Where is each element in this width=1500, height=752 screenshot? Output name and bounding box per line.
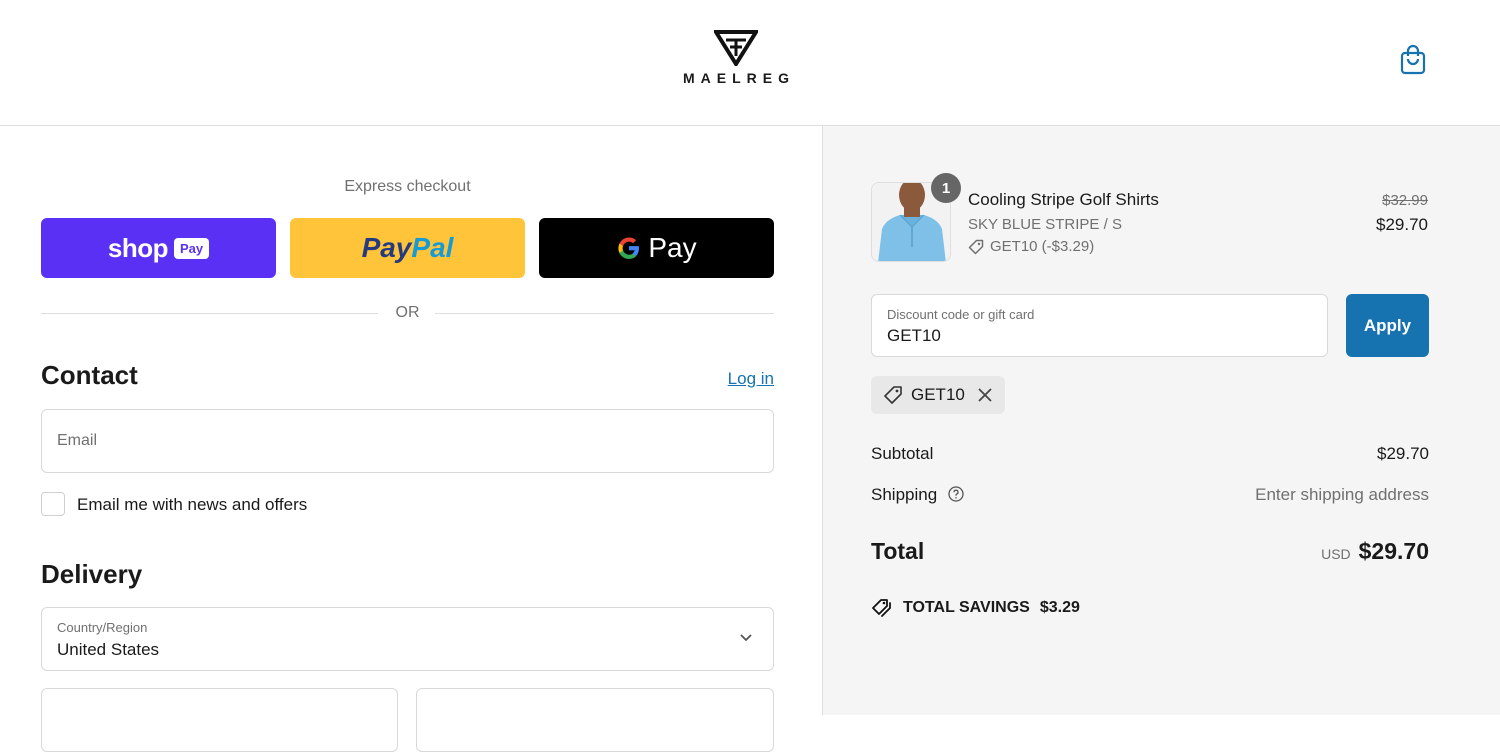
shop-pay-text: shop bbox=[107, 232, 169, 263]
subtotal-row: Subtotal $29.70 bbox=[871, 444, 1429, 464]
close-icon[interactable] bbox=[977, 387, 993, 403]
shipping-row: Shipping Enter shipping address bbox=[871, 485, 1429, 505]
total-value: $29.70 bbox=[1358, 538, 1429, 564]
applied-discount-code: GET10 bbox=[911, 385, 965, 404]
brand-logo-icon bbox=[714, 30, 758, 66]
discount-code-value: GET10 bbox=[887, 326, 941, 345]
paypal-text-pal: Pal bbox=[411, 232, 454, 263]
delivery-heading: Delivery bbox=[41, 559, 143, 589]
savings-label: TOTAL SAVINGS bbox=[903, 599, 1030, 616]
total-savings: TOTAL SAVINGS $3.29 bbox=[871, 598, 1080, 618]
total-row: Total USD $29.70 bbox=[871, 538, 1429, 565]
country-value: United States bbox=[57, 640, 160, 659]
order-summary: 1 Cooling Stripe Golf Shirts SKY BLUE ST… bbox=[822, 126, 1500, 715]
tags-icon bbox=[872, 599, 891, 617]
shop-pay-badge: Pay bbox=[173, 237, 210, 259]
express-checkout-label: Express checkout bbox=[344, 178, 471, 195]
subtotal-label: Subtotal bbox=[871, 444, 934, 463]
or-text: OR bbox=[395, 304, 420, 321]
country-label: Country/Region bbox=[57, 620, 148, 635]
cart-button[interactable] bbox=[1398, 44, 1428, 76]
subtotal-value: $29.70 bbox=[1377, 444, 1429, 463]
apply-button[interactable]: Apply bbox=[1346, 294, 1429, 357]
newsletter-checkbox[interactable] bbox=[41, 492, 65, 516]
email-placeholder: Email bbox=[57, 432, 98, 449]
newsletter-label: Email me with news and offers bbox=[77, 495, 308, 514]
brand-name: MAELREG bbox=[683, 70, 795, 86]
contact-heading: Contact bbox=[41, 360, 138, 390]
google-pay-text: Pay bbox=[648, 232, 697, 263]
product-discount: GET10 (-$3.29) bbox=[968, 238, 1094, 255]
google-g-icon bbox=[618, 237, 640, 259]
country-select[interactable]: Country/Region United States bbox=[41, 607, 774, 671]
brand-logo[interactable]: MAELREG bbox=[676, 30, 796, 86]
shop-pay-button[interactable]: shop Pay bbox=[41, 218, 276, 278]
product-discount-text: GET10 (-$3.29) bbox=[990, 238, 1095, 255]
google-pay-button[interactable]: Pay bbox=[539, 218, 774, 278]
shipping-label: Shipping bbox=[871, 485, 938, 504]
discount-code-label: Discount code or gift card bbox=[887, 307, 1035, 322]
header: MAELREG bbox=[0, 0, 1500, 126]
product-variant: SKY BLUE STRIPE / S bbox=[968, 216, 1122, 233]
tag-icon bbox=[884, 386, 902, 404]
item-price: $29.70 bbox=[1376, 215, 1428, 234]
last-name-field[interactable] bbox=[416, 688, 774, 752]
product-name: Cooling Stripe Golf Shirts bbox=[968, 190, 1159, 209]
shopping-bag-icon bbox=[1400, 44, 1426, 75]
total-currency: USD bbox=[1321, 546, 1351, 562]
savings-value: $3.29 bbox=[1039, 599, 1080, 616]
chevron-down-icon bbox=[740, 634, 752, 642]
paypal-text-pay: Pay bbox=[361, 232, 412, 263]
checkout-form: Express checkout shop Pay Pay Pal Pay OR … bbox=[0, 126, 822, 752]
or-divider: OR bbox=[41, 302, 774, 326]
applied-discount-chip: GET10 bbox=[871, 376, 1005, 414]
paypal-button[interactable]: Pay Pal bbox=[290, 218, 525, 278]
login-link[interactable]: Log in bbox=[700, 369, 774, 389]
first-name-field[interactable] bbox=[41, 688, 398, 752]
original-price: $32.99 bbox=[1382, 192, 1428, 209]
total-label: Total bbox=[871, 538, 925, 564]
shipping-value: Enter shipping address bbox=[1255, 485, 1429, 504]
quantity-badge: 1 bbox=[931, 173, 961, 203]
discount-code-field[interactable]: Discount code or gift card GET10 bbox=[871, 294, 1328, 357]
email-field[interactable]: Email bbox=[41, 409, 774, 473]
tag-icon bbox=[968, 239, 984, 254]
help-icon[interactable] bbox=[948, 486, 964, 502]
